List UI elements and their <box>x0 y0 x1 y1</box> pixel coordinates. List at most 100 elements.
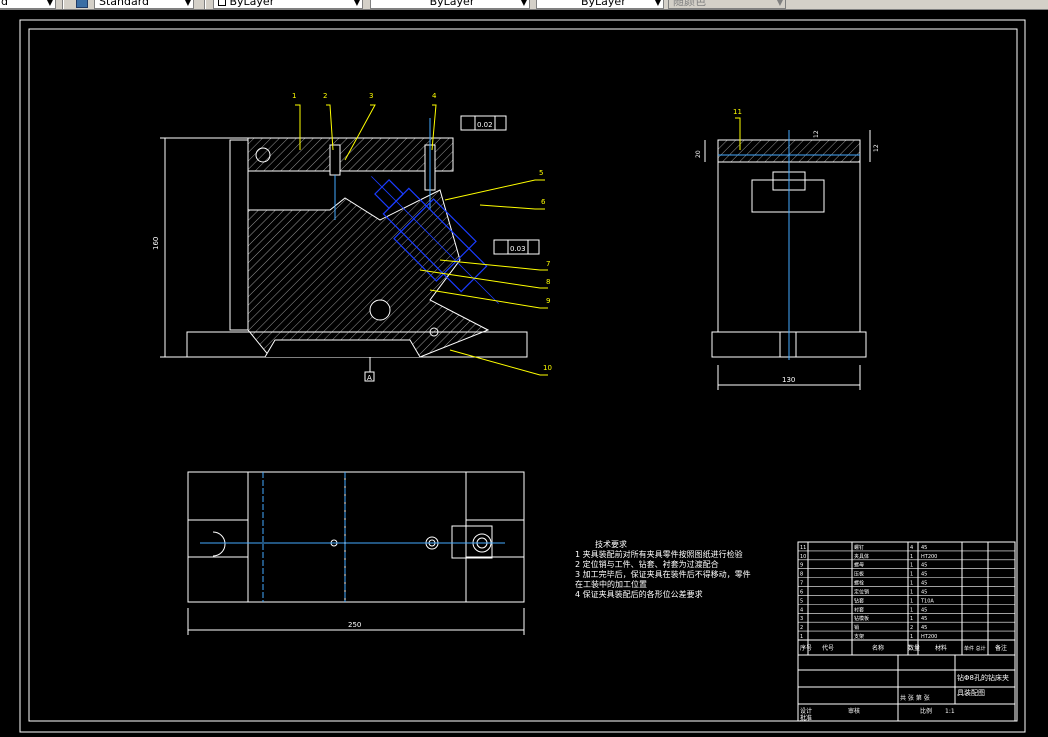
chevron-down-icon[interactable]: ▼ <box>185 0 191 8</box>
header-qty: 数量 <box>908 644 920 652</box>
note-item: 在工装中的加工位置 <box>575 580 647 589</box>
part-no: 11 <box>800 545 806 551</box>
part-material: 45 <box>921 545 927 551</box>
part-material: 45 <box>921 563 927 569</box>
cad-drawing[interactable]: 160 A 0.02 0.03 1 2 3 4 5 6 7 8 9 10 130… <box>0 10 1048 737</box>
header-weight: 单件 总计 <box>964 645 986 652</box>
style-combo[interactable]: d ▼ <box>0 0 56 9</box>
properties-toolbar: d ▼ Standard ▼ ByLayer ▼ ByLayer ▼ ByLay… <box>0 0 1048 10</box>
balloon-11: 11 <box>733 108 742 116</box>
lineweight-combo[interactable]: ByLayer ▼ <box>536 0 664 9</box>
part-no: 5 <box>800 598 803 604</box>
header-material: 材料 <box>935 644 947 652</box>
part-qty: 1 <box>910 607 913 613</box>
drawing-title-1: 钻Φ8孔的钻床夹 <box>957 673 1009 682</box>
approve-label: 批准 <box>800 714 812 722</box>
part-qty: 1 <box>910 554 913 560</box>
part-qty: 1 <box>910 616 913 622</box>
header-code: 代号 <box>822 644 834 652</box>
color-combo[interactable]: ByLayer ▼ <box>213 0 363 9</box>
part-qty: 4 <box>910 545 913 551</box>
top-view: 250 <box>187 471 525 635</box>
part-name: 钻模板 <box>854 615 869 622</box>
designer-label: 设计 <box>800 707 812 715</box>
part-material: T10A <box>920 598 934 604</box>
locating-hole <box>369 299 391 321</box>
part-name: 螺母 <box>854 562 864 569</box>
text-style-icon[interactable] <box>76 0 88 8</box>
part-name: 衬套 <box>854 606 864 613</box>
dim-length: 250 <box>348 621 361 629</box>
part-name: 螺栓 <box>854 580 864 587</box>
header-name: 名称 <box>872 644 884 652</box>
dim-height: 160 <box>152 237 160 250</box>
part-qty: 1 <box>910 634 913 640</box>
plot-style-combo[interactable]: 随颜色 ▼ <box>668 0 786 9</box>
plot-style-value: 随颜色 <box>673 0 706 8</box>
part-name: 夹具体 <box>854 553 869 560</box>
text-style-combo[interactable]: Standard ▼ <box>94 0 194 9</box>
dim-left: 20 <box>695 150 702 158</box>
part-qty: 1 <box>910 581 913 587</box>
drawing-canvas[interactable]: 160 A 0.02 0.03 1 2 3 4 5 6 7 8 9 10 130… <box>0 10 1048 737</box>
style-combo-value: d <box>1 0 8 8</box>
chevron-down-icon[interactable]: ▼ <box>354 0 360 8</box>
part-no: 2 <box>800 625 803 631</box>
parts-list: 11 螺钉 4 4510 夹具体 1 HT2009 螺母 1 458 压板 1 457 螺栓 1 456 定位销… <box>798 544 1015 641</box>
part-material: 45 <box>921 625 927 631</box>
chevron-down-icon[interactable]: ▼ <box>655 0 661 8</box>
base-relief <box>264 339 421 358</box>
balloon-7: 7 <box>546 260 550 268</box>
technical-notes: 技术要求 1 夹具装配前对所有夹具零件按照图纸进行检验 2 定位销与工件、钻套、… <box>575 540 775 600</box>
drill-plate <box>247 137 454 172</box>
balloon-2: 2 <box>323 92 327 100</box>
note-item: 1 夹具装配前对所有夹具零件按照图纸进行检验 <box>575 550 743 559</box>
part-qty: 1 <box>910 572 913 578</box>
chevron-down-icon[interactable]: ▼ <box>47 0 53 8</box>
scale-value: 1:1 <box>945 708 955 715</box>
outer-border <box>19 19 1026 733</box>
note-item: 2 定位销与工件、钻套、衬套为过渡配合 <box>575 560 719 569</box>
linetype-value: ByLayer <box>429 0 475 8</box>
checker-label: 审核 <box>848 707 860 715</box>
part-name: 螺钉 <box>854 544 864 551</box>
linetype-combo[interactable]: ByLayer ▼ <box>370 0 530 9</box>
balloon-10: 10 <box>543 364 552 372</box>
balloon-8: 8 <box>546 278 550 286</box>
note-item: 3 加工完毕后，保证夹具在装件后不得移动，零件 <box>575 570 751 579</box>
notes-title: 技术要求 <box>595 540 627 549</box>
tolerance-top: 0.02 <box>477 121 493 129</box>
part-name: 定位销 <box>854 588 869 595</box>
lineweight-value: ByLayer <box>581 0 626 8</box>
part-name: 钻套 <box>854 597 864 604</box>
part-name: 支架 <box>854 633 864 640</box>
chevron-down-icon[interactable]: ▼ <box>521 0 527 8</box>
part-no: 10 <box>800 554 806 560</box>
part-material: 45 <box>921 607 927 613</box>
part-material: HT200 <box>921 634 937 640</box>
part-qty: 1 <box>910 598 913 604</box>
color-value: ByLayer <box>229 0 275 8</box>
balloon-3: 3 <box>369 92 373 100</box>
leader-9 <box>429 289 548 309</box>
side-block <box>751 179 825 213</box>
sheet-info: 共 张 第 张 <box>900 694 930 702</box>
part-no: 1 <box>800 634 803 640</box>
leader-6 <box>479 204 545 210</box>
pin <box>329 144 341 176</box>
header-seq: 序号 <box>800 644 812 652</box>
leader-10 <box>449 349 548 376</box>
part-material: 45 <box>921 589 927 595</box>
part-material: 45 <box>921 581 927 587</box>
part-no: 7 <box>800 581 803 587</box>
part-no: 9 <box>800 563 803 569</box>
part-material: 45 <box>921 572 927 578</box>
chevron-down-icon[interactable]: ▼ <box>777 0 783 8</box>
part-name: 销 <box>854 624 859 631</box>
balloon-5: 5 <box>539 169 543 177</box>
note-item: 4 保证夹具装配后的各形位公差要求 <box>575 590 703 599</box>
part-no: 4 <box>800 607 803 613</box>
header-note: 备注 <box>995 644 1007 652</box>
part-no: 8 <box>800 572 803 578</box>
balloon-1: 1 <box>292 92 296 100</box>
